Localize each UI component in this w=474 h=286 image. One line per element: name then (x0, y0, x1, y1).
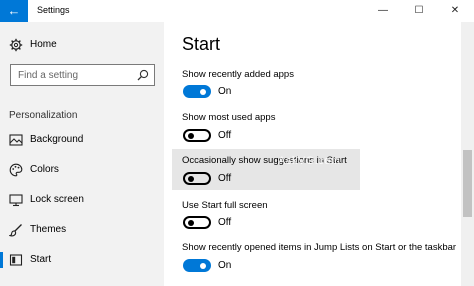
scrollbar[interactable] (461, 22, 474, 286)
scrollbar-thumb[interactable] (463, 150, 472, 217)
gear-icon (9, 38, 23, 52)
active-indicator (0, 252, 3, 268)
toggle-state: Off (218, 217, 232, 228)
toggle-switch[interactable] (183, 172, 211, 185)
toggle-knob (200, 88, 206, 95)
setting-jump-lists: Show recently opened items in Jump Lists… (164, 236, 474, 284)
main-panel: Start Show recently added apps On Show m… (164, 22, 474, 286)
sidebar-item-label: Home (30, 39, 57, 50)
sidebar-item-lock-screen[interactable]: Lock screen (0, 188, 164, 212)
sidebar: Home Find a setting Personalization Back… (0, 22, 164, 286)
toggle-knob (200, 262, 206, 269)
sidebar-item-colors[interactable]: Colors (0, 158, 164, 182)
toggle-switch[interactable] (183, 259, 211, 272)
sidebar-item-label: Background (30, 134, 84, 145)
search-icon (137, 69, 149, 81)
maximize-button[interactable]: ☐ (404, 0, 434, 22)
sidebar-item-start[interactable]: Start (0, 248, 164, 272)
toggle-switch[interactable] (183, 129, 211, 142)
setting-label: Show most used apps (182, 112, 276, 123)
maximize-icon: ☐ (414, 5, 424, 16)
sidebar-item-label: Colors (30, 164, 59, 175)
toggle-state: On (218, 260, 232, 271)
toggle-knob (188, 175, 194, 182)
title-bar: ← Settings — ☐ ✕ (0, 0, 474, 22)
sidebar-item-label: Themes (30, 224, 67, 235)
minimize-button[interactable]: — (368, 0, 398, 22)
setting-start-full-screen: Use Start full screen Off (164, 194, 474, 232)
image-icon (9, 134, 23, 146)
section-heading: Personalization (9, 110, 78, 121)
sidebar-item-home[interactable]: Home (0, 33, 164, 57)
search-placeholder: Find a setting (18, 70, 79, 81)
sidebar-item-background[interactable]: Background (0, 128, 164, 152)
back-arrow-icon: ← (7, 3, 21, 18)
toggle-state: Off (218, 130, 232, 141)
toggle-knob (188, 132, 194, 139)
setting-most-used-apps: Show most used apps Off (164, 106, 474, 144)
toggle-switch[interactable] (183, 216, 211, 229)
palette-icon (9, 163, 23, 177)
sidebar-item-label: Start (30, 254, 52, 265)
search-input[interactable]: Find a setting (10, 64, 155, 86)
setting-recently-added-apps: Show recently added apps On (164, 62, 474, 100)
back-button[interactable]: ← (0, 0, 28, 22)
brush-icon (9, 224, 22, 237)
sidebar-item-themes[interactable]: Themes (0, 218, 164, 242)
sidebar-item-label: Lock screen (30, 194, 84, 205)
monitor-icon (9, 194, 23, 207)
setting-label: Show recently opened items in Jump Lists… (182, 242, 457, 253)
page-title: Start (182, 34, 221, 54)
window-title: Settings (37, 5, 70, 15)
minimize-icon: — (378, 5, 388, 16)
setting-label: Show recently added apps (182, 69, 294, 80)
close-button[interactable]: ✕ (440, 0, 470, 22)
watermark: AskVG.com (278, 155, 341, 167)
toggle-state: On (218, 86, 232, 97)
toggle-switch[interactable] (183, 85, 211, 98)
toggle-state: Off (218, 173, 232, 184)
start-icon (9, 254, 23, 266)
setting-label: Use Start full screen (182, 200, 268, 211)
close-icon: ✕ (450, 5, 460, 16)
toggle-knob (188, 219, 194, 226)
